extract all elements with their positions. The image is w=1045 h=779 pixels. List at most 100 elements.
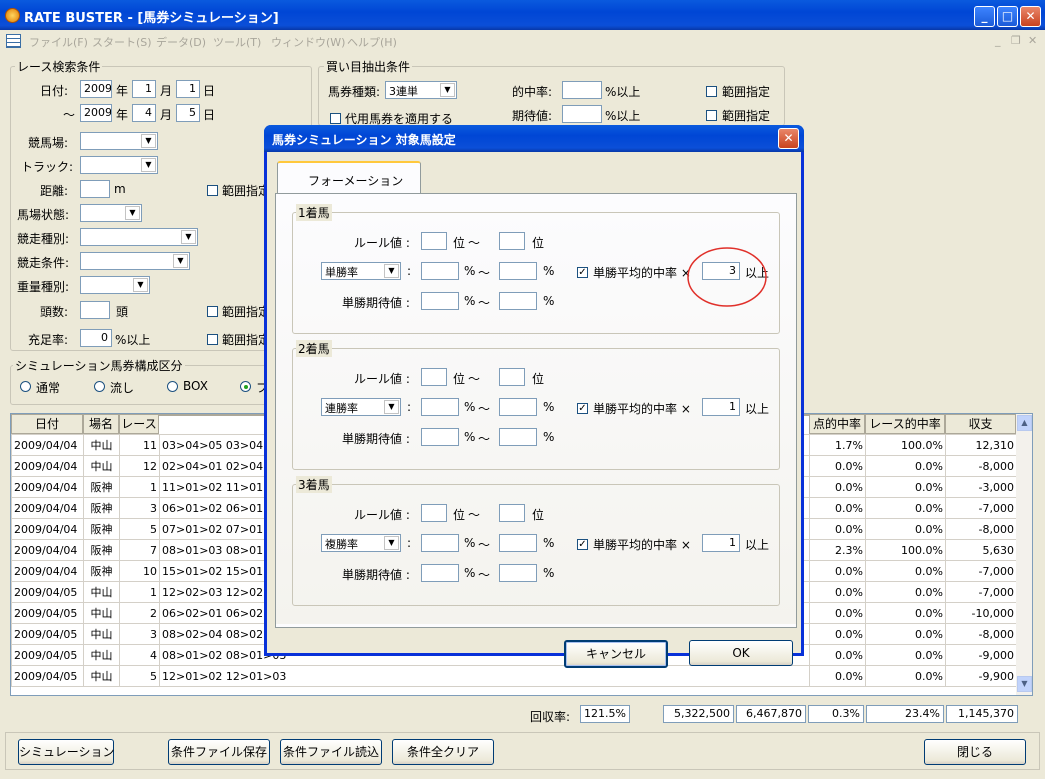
- race-type-dropdown[interactable]: ▼: [80, 228, 198, 246]
- menu-start[interactable]: スタート(S): [92, 34, 152, 50]
- col-profit-header[interactable]: 収支: [945, 414, 1016, 434]
- radio-normal[interactable]: [20, 381, 31, 392]
- expect-from-input[interactable]: [421, 564, 459, 582]
- date-from-day[interactable]: 1: [176, 80, 200, 98]
- minimize-icon[interactable]: _: [974, 6, 995, 27]
- total-payout: 5,322,500: [663, 705, 734, 723]
- rule-from-input[interactable]: [421, 368, 447, 386]
- rate-to-input[interactable]: [499, 534, 537, 552]
- chevron-down-icon[interactable]: ▼: [141, 134, 156, 148]
- fill-range-checkbox[interactable]: [207, 334, 218, 345]
- distance-input[interactable]: [80, 180, 110, 198]
- fill-input[interactable]: 0: [80, 329, 112, 347]
- menu-tools[interactable]: ツール(T): [213, 34, 261, 50]
- mdi-doc-icon[interactable]: [6, 34, 21, 48]
- date-to-year[interactable]: 2009: [80, 104, 112, 122]
- chevron-down-icon[interactable]: ▼: [141, 158, 156, 172]
- menu-file[interactable]: ファイル(F): [29, 34, 88, 50]
- date-from-month[interactable]: 1: [132, 80, 156, 98]
- ok-button[interactable]: OK: [689, 640, 793, 666]
- save-conditions-button[interactable]: 条件ファイル保存: [168, 739, 270, 765]
- hit-rate-range-checkbox[interactable]: [706, 86, 717, 97]
- chevron-down-icon[interactable]: ▼: [384, 536, 399, 550]
- expect-from-input[interactable]: [421, 292, 459, 310]
- close-button[interactable]: 閉じる: [924, 739, 1026, 765]
- chevron-down-icon[interactable]: ▼: [181, 230, 196, 244]
- rank-unit: 位: [532, 508, 545, 522]
- use-alt-checkbox[interactable]: [330, 113, 341, 124]
- expect-to-input[interactable]: [499, 292, 537, 310]
- simulate-button[interactable]: シミュレーション: [18, 739, 115, 765]
- hit-rate-input[interactable]: [562, 81, 602, 99]
- mdi-minimize-icon[interactable]: _: [995, 34, 1001, 47]
- rate-to-input[interactable]: [499, 262, 537, 280]
- col-pt-header[interactable]: 点的中率: [809, 414, 865, 434]
- chevron-down-icon[interactable]: ▼: [173, 254, 188, 268]
- radio-formation[interactable]: [240, 381, 251, 392]
- tab-formation[interactable]: フォーメーション: [277, 161, 421, 194]
- radio-box[interactable]: [167, 381, 178, 392]
- place-group-title: 1着馬: [296, 204, 332, 221]
- expect-input[interactable]: [562, 105, 602, 123]
- chevron-down-icon[interactable]: ▼: [440, 83, 455, 97]
- date-to-day[interactable]: 5: [176, 104, 200, 122]
- expect-from-input[interactable]: [421, 428, 459, 446]
- close-icon[interactable]: ✕: [1020, 6, 1041, 27]
- col-race-header[interactable]: レース: [119, 414, 159, 434]
- load-conditions-button[interactable]: 条件ファイル読込: [280, 739, 382, 765]
- col-rate-header[interactable]: レース的中率: [865, 414, 945, 434]
- radio-nagashi[interactable]: [94, 381, 105, 392]
- avg-rate-input[interactable]: 1: [702, 534, 740, 552]
- col-place-header[interactable]: 場名: [83, 414, 119, 434]
- rate-type-dropdown[interactable]: 複勝率 ▼: [321, 534, 401, 552]
- avg-rate-checkbox[interactable]: ✓: [577, 539, 588, 550]
- chevron-down-icon[interactable]: ▼: [384, 400, 399, 414]
- rule-from-input[interactable]: [421, 504, 447, 522]
- scroll-up-icon[interactable]: ▲: [1017, 415, 1032, 431]
- menu-help[interactable]: ヘルプ(H): [347, 34, 397, 50]
- table-row[interactable]: 2009/04/05 中山 5 12>01>02 12>01>03 0.0% 0.0% -9…: [11, 665, 1017, 687]
- rate-to-input[interactable]: [499, 398, 537, 416]
- race-cond-dropdown[interactable]: ▼: [80, 252, 190, 270]
- rate-from-input[interactable]: [421, 534, 459, 552]
- col-date-header[interactable]: 日付: [11, 414, 83, 434]
- track-dropdown[interactable]: ▼: [80, 132, 158, 150]
- avg-rate-checkbox[interactable]: ✓: [577, 403, 588, 414]
- rule-to-input[interactable]: [499, 504, 525, 522]
- mdi-restore-icon[interactable]: ❐: [1011, 34, 1021, 47]
- expect-range-checkbox[interactable]: [706, 110, 717, 121]
- cancel-button[interactable]: キャンセル: [564, 640, 668, 668]
- distance-range-checkbox[interactable]: [207, 185, 218, 196]
- rule-to-input[interactable]: [499, 232, 525, 250]
- menu-data[interactable]: データ(D): [156, 34, 206, 50]
- rate-type-dropdown[interactable]: 単勝率 ▼: [321, 262, 401, 280]
- chevron-down-icon[interactable]: ▼: [384, 264, 399, 278]
- rate-from-input[interactable]: [421, 398, 459, 416]
- weight-dropdown[interactable]: ▼: [80, 276, 150, 294]
- expect-to-input[interactable]: [499, 428, 537, 446]
- table-scrollbar[interactable]: ▲ ▼: [1016, 414, 1032, 695]
- chevron-down-icon[interactable]: ▼: [133, 278, 148, 292]
- clear-conditions-button[interactable]: 条件全クリア: [392, 739, 494, 765]
- condition-dropdown[interactable]: ▼: [80, 204, 142, 222]
- maximize-icon[interactable]: □: [997, 6, 1018, 27]
- avg-rate-input[interactable]: 1: [702, 398, 740, 416]
- rule-from-input[interactable]: [421, 232, 447, 250]
- mdi-close-icon[interactable]: ✕: [1028, 34, 1037, 47]
- menu-window[interactable]: ウィンドウ(W): [271, 34, 345, 50]
- heads-input[interactable]: [80, 301, 110, 319]
- ticket-dropdown[interactable]: 3連単 ▼: [385, 81, 457, 99]
- expect-to-input[interactable]: [499, 564, 537, 582]
- date-from-year[interactable]: 2009: [80, 80, 112, 98]
- heads-range-checkbox[interactable]: [207, 306, 218, 317]
- cell-race: 10: [119, 560, 160, 582]
- scroll-down-icon[interactable]: ▼: [1017, 676, 1032, 692]
- rate-type-dropdown[interactable]: 連勝率 ▼: [321, 398, 401, 416]
- chevron-down-icon[interactable]: ▼: [125, 206, 140, 220]
- avg-rate-checkbox[interactable]: ✓: [577, 267, 588, 278]
- date-to-month[interactable]: 4: [132, 104, 156, 122]
- rule-to-input[interactable]: [499, 368, 525, 386]
- rate-from-input[interactable]: [421, 262, 459, 280]
- dialog-close-icon[interactable]: ✕: [778, 128, 799, 149]
- course-dropdown[interactable]: ▼: [80, 156, 158, 174]
